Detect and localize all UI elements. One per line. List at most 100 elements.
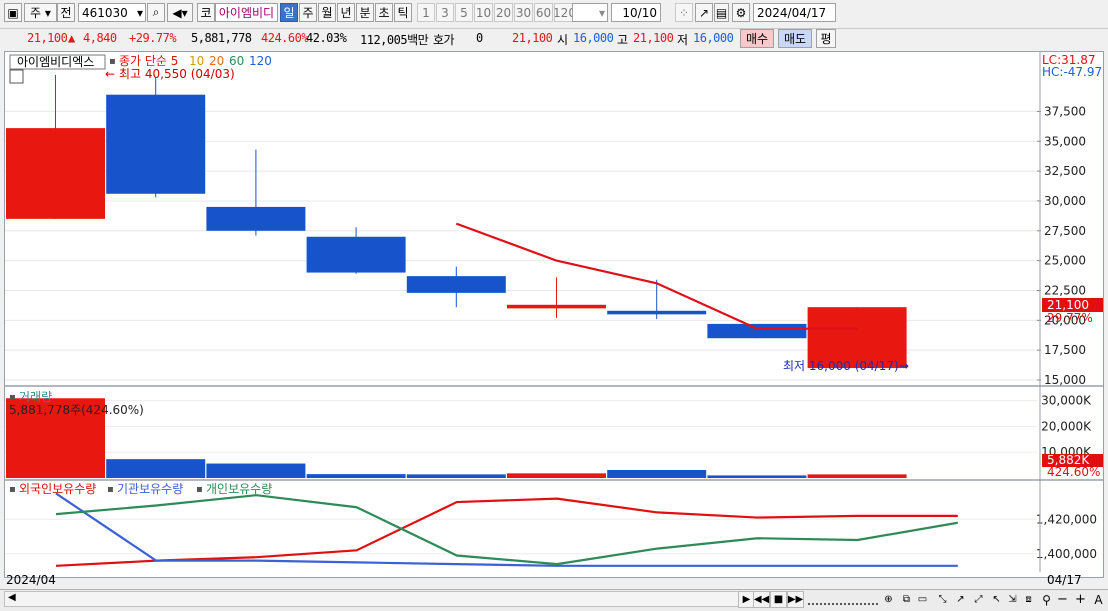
period-tab-1[interactable]: 주 (299, 3, 317, 22)
crosshair-icon[interactable]: ⊕ (880, 591, 897, 608)
low-label: 저 (677, 33, 688, 47)
stock-name-field[interactable]: 아이엠비디 (215, 3, 278, 22)
legend-institution: 기관보유수량 (117, 482, 183, 496)
interval-button-6[interactable]: 60 (534, 3, 553, 22)
last-volume-pct: 424.60% (1047, 465, 1100, 479)
up-arrow-icon: ▲ (68, 31, 75, 45)
candle-body[interactable] (306, 236, 406, 273)
bullet-icon: ▪ (9, 392, 16, 403)
volume-bar[interactable] (206, 463, 306, 478)
arrow-left-icon: ← (105, 67, 115, 81)
line-tool-icon[interactable]: ↖ (988, 591, 1005, 608)
period-tab-0[interactable]: 일 (280, 3, 298, 22)
volume-bar[interactable] (406, 474, 506, 478)
gear-icon[interactable]: ⚙ (732, 3, 750, 22)
sell-button[interactable]: 매도 (778, 29, 812, 48)
count-field[interactable]: 10/10 (611, 3, 661, 22)
candle-body[interactable] (106, 94, 206, 194)
candle-body[interactable] (707, 323, 807, 339)
interval-button-2[interactable]: 5 (455, 3, 473, 22)
volume-note: 5,881,778주(424.60%) (9, 403, 144, 417)
period-tab-5[interactable]: 초 (375, 3, 393, 22)
zoom-in-icon[interactable]: + (1072, 591, 1089, 608)
extra-select[interactable]: ▾ (572, 3, 608, 22)
bullet-icon: ▪ (196, 484, 203, 495)
volume-bar[interactable] (707, 475, 807, 478)
kor-button[interactable]: 코 (197, 3, 215, 22)
open-price: 16,000 (573, 31, 614, 45)
holding-tick-label: 1,420,000 (1036, 512, 1097, 526)
date-field[interactable]: 2024/04/17 (753, 3, 836, 22)
stock-code-value: 461030 (82, 5, 128, 20)
period-tab-3[interactable]: 년 (337, 3, 355, 22)
interval-button-5[interactable]: 30 (514, 3, 533, 22)
trade-amount: 112,005백만 (360, 33, 429, 47)
bullet-icon: ▪ (109, 56, 116, 67)
y-tick-label: 37,500 (1044, 104, 1086, 118)
trend-icon[interactable]: ↗ (952, 591, 969, 608)
volume-bar[interactable] (106, 459, 206, 478)
holding-line-0[interactable] (55, 497, 958, 567)
period-tab-6[interactable]: 틱 (394, 3, 412, 22)
chart-area[interactable]: 37,500 35,000 32,500 30,000 27,500 25,000 22,5… (4, 51, 1104, 578)
date-end: 04/17 (1047, 573, 1082, 587)
turnover-ratio: 42.03% (306, 31, 347, 45)
period-type-select[interactable]: 주 ▾ (24, 3, 57, 22)
arrow-right-icon: → (899, 359, 909, 373)
chart-svg[interactable]: 37,500 35,000 32,500 30,000 27,500 25,000 22,5… (5, 52, 1103, 577)
search-icon[interactable]: ⌕ (147, 3, 165, 22)
sound-icon[interactable]: ◀▾ (167, 3, 193, 22)
candle-body[interactable] (6, 128, 105, 219)
interval-button-0[interactable]: 1 (417, 3, 435, 22)
legend-retail: 개인보유수량 (206, 482, 272, 496)
bullet-icon: ▪ (107, 484, 114, 495)
screen-icon[interactable]: ⧈ (1020, 591, 1037, 608)
zoom-out-icon[interactable]: − (1054, 591, 1071, 608)
window-icon[interactable]: ▭ (914, 591, 931, 608)
draw-tool-icon[interactable]: ⤡ (934, 591, 951, 608)
volume-value: 5,881,778 (191, 31, 252, 45)
stop-icon[interactable]: ■ (770, 591, 787, 608)
save-icon[interactable]: ▤ (714, 3, 729, 22)
fast-forward-icon[interactable]: ▶▶ (787, 591, 804, 608)
quote-bar: 21,100 ▲ 4,840 +29.77% 5,881,778 424.60%… (0, 28, 1108, 48)
candle-body[interactable] (607, 310, 707, 315)
volume-bar[interactable] (607, 470, 707, 478)
volume-bar[interactable] (507, 473, 606, 478)
chevron-down-icon[interactable]: ▾ (599, 6, 607, 20)
candle-body[interactable] (507, 304, 606, 309)
period-tab-2[interactable]: 월 (318, 3, 336, 22)
volume-bar[interactable] (306, 474, 406, 478)
candle-body[interactable] (206, 206, 306, 231)
open-label: 시 (557, 33, 568, 47)
measure-icon[interactable]: ⤢ (970, 591, 987, 608)
indicator-icon[interactable]: ↗ (695, 3, 713, 22)
copy-icon[interactable]: ⧉ (898, 591, 915, 608)
hoga-label: 호가 (433, 33, 455, 47)
ma-title: 종가 단순 5 (119, 54, 178, 68)
eval-button[interactable]: 평 (816, 29, 836, 48)
interval-button-3[interactable]: 10 (474, 3, 493, 22)
market-button[interactable]: 전 (57, 3, 75, 22)
stock-code-input[interactable]: 461030 ▾ (78, 3, 146, 22)
low-price: 16,000 (693, 31, 734, 45)
period-tab-4[interactable]: 분 (356, 3, 374, 22)
holding-line-1[interactable] (55, 492, 958, 567)
holding-tick-label: 1,400,000 (1036, 547, 1097, 561)
interval-button-4[interactable]: 20 (494, 3, 513, 22)
calculator-icon[interactable] (9, 69, 24, 84)
chevron-down-icon[interactable]: ▾ (137, 6, 145, 20)
chart-window-icon[interactable]: ▣ (4, 3, 22, 22)
candle-body[interactable] (406, 276, 506, 293)
volume-bar[interactable] (807, 474, 907, 478)
scroll-left-icon[interactable]: ◀ (8, 592, 16, 603)
interval-button-1[interactable]: 3 (436, 3, 454, 22)
horizontal-scrollbar[interactable]: ◀ (4, 591, 740, 607)
magnify-icon[interactable]: ⚲ (1038, 591, 1055, 608)
zoom-slider[interactable] (808, 593, 878, 605)
fib-icon[interactable]: ⇲ (1004, 591, 1021, 608)
rewind-icon[interactable]: ◀◀ (753, 591, 770, 608)
buy-button[interactable]: 매수 (740, 29, 774, 48)
text-tool-icon[interactable]: A (1090, 591, 1107, 608)
candle-type-icon[interactable]: ⁘ (675, 3, 693, 22)
